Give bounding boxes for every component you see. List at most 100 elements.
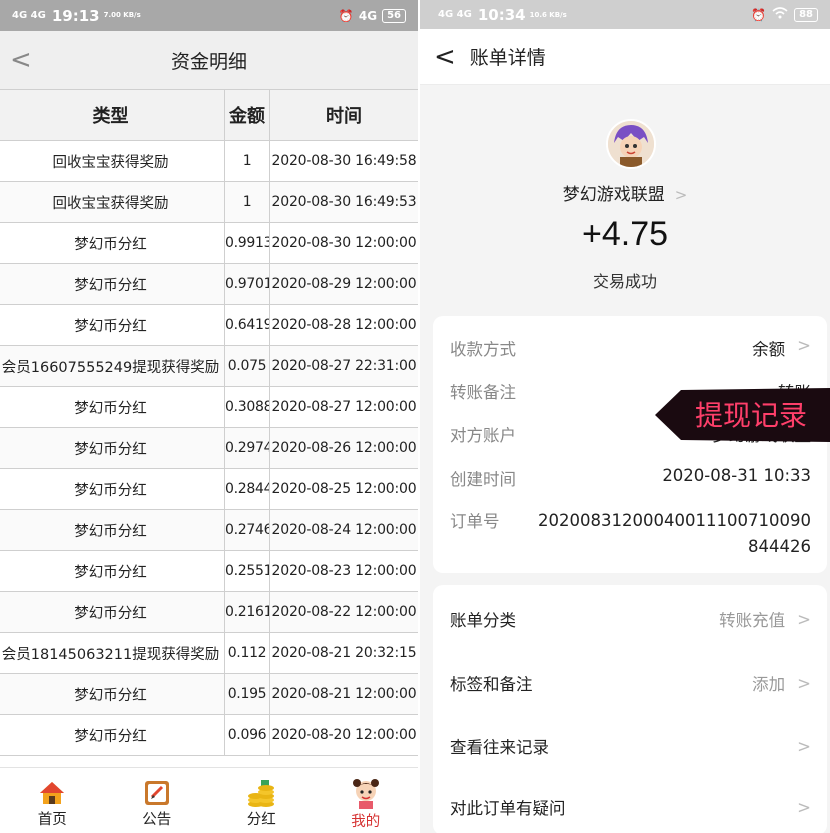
battery-icon: 88: [794, 7, 818, 22]
network-type: 4G: [358, 8, 378, 23]
status-bar: 4G 4G 10:34 10.6 KB/s ⏰ 88: [420, 0, 830, 29]
cell-amount: 0.9913: [224, 222, 270, 264]
cell-type: 梦幻币分红: [0, 427, 225, 469]
alarm-icon: ⏰: [751, 7, 767, 22]
table-row: 梦幻币分红 0.096 2020-08-20 12:00:00: [0, 714, 418, 756]
tab-home-label: 首页: [37, 812, 67, 828]
cell-time: 2020-08-22 12:00:00: [269, 591, 418, 633]
cell-type: 回收宝宝获得奖励: [0, 181, 225, 223]
cell-time: 2020-08-21 12:00:00: [269, 673, 418, 715]
cell-time: 2020-08-23 12:00:00: [269, 550, 418, 592]
signal-icon: 4G 4G: [12, 9, 46, 21]
fund-table: 类型 金额 时间 回收宝宝获得奖励 1 2020-08-30 16:49:58 回收宝…: [0, 89, 418, 756]
page-title: 账单详情: [469, 47, 546, 69]
cell-amount: 0.075: [224, 345, 270, 387]
cell-amount: 1: [224, 181, 270, 223]
row-bill-category[interactable]: 账单分类 转账充值 >: [450, 607, 811, 631]
table-row: 回收宝宝获得奖励 1 2020-08-30 16:49:58: [0, 140, 418, 182]
tab-home[interactable]: 首页: [0, 768, 105, 833]
cell-type: 梦幻币分红: [0, 263, 225, 305]
withdraw-record-banner: 提现记录: [655, 386, 830, 444]
transaction-status: 交易成功: [592, 272, 657, 291]
bill-header: 梦幻游戏联盟 > +4.75 交易成功: [420, 85, 830, 315]
merchant-avatar[interactable]: [606, 119, 656, 169]
signal-icon: 4G 4G: [438, 9, 472, 20]
wifi-icon: [772, 7, 788, 22]
cell-amount: 1: [224, 140, 270, 182]
cell-type: 梦幻币分红: [0, 673, 225, 715]
table-row: 会员16607555249提现获得奖励 0.075 2020-08-27 22:31…: [0, 345, 418, 387]
alarm-icon: ⏰: [338, 8, 354, 23]
cell-amount: 0.9701: [224, 263, 270, 305]
table-row: 梦幻币分红 0.2161 2020-08-22 12:00:00: [0, 591, 418, 633]
notice-icon: [143, 778, 171, 808]
amount: +4.75: [581, 215, 669, 253]
cell-amount: 0.112: [224, 632, 270, 674]
profile-icon: [351, 778, 381, 809]
cell-time: 2020-08-25 12:00:00: [269, 468, 418, 510]
cell-amount: 0.2844: [224, 468, 270, 510]
tab-dividend-label: 分红: [246, 812, 276, 828]
cell-type: 梦幻币分红: [0, 509, 225, 551]
detail-card: 收款方式 余额 > 转账备注 转账 对方账户 梦幻游戏联盟 创建时间 2020-…: [433, 316, 827, 573]
row-tags-notes[interactable]: 标签和备注 添加 >: [450, 671, 811, 695]
cell-amount: 0.2161: [224, 591, 270, 633]
network-speed: 7.00 KB/s: [103, 11, 141, 19]
cell-type: 梦幻币分红: [0, 468, 225, 510]
cell-type: 会员16607555249提现获得奖励: [0, 345, 225, 387]
cell-time: 2020-08-21 20:32:15: [269, 632, 418, 674]
actions-card: 账单分类 转账充值 > 标签和备注 添加 > 查看往来记录 > 对此订单有疑问 …: [433, 585, 827, 833]
table-row: 梦幻币分红 0.9701 2020-08-29 12:00:00: [0, 263, 418, 305]
chevron-right-icon: >: [674, 186, 688, 204]
cell-amount: 0.2551: [224, 550, 270, 592]
header-type: 类型: [0, 89, 225, 141]
battery-icon: 56: [382, 8, 406, 23]
table-row: 梦幻币分红 0.2974 2020-08-26 12:00:00: [0, 427, 418, 469]
tab-notice[interactable]: 公告: [105, 768, 210, 833]
banner-label: 提现记录: [695, 399, 808, 432]
cell-time: 2020-08-28 12:00:00: [269, 304, 418, 346]
chevron-right-icon: >: [797, 736, 811, 756]
network-speed: 10.6 KB/s: [529, 10, 567, 19]
back-button[interactable]: <: [434, 42, 456, 72]
header-amount: 金额: [224, 89, 270, 141]
table-row: 回收宝宝获得奖励 1 2020-08-30 16:49:53: [0, 181, 418, 223]
nav-bar: < 资金明细: [0, 31, 418, 89]
merchant-name[interactable]: 梦幻游戏联盟 >: [420, 180, 830, 205]
cell-type: 会员18145063211提现获得奖励: [0, 632, 225, 674]
cell-amount: 0.195: [224, 673, 270, 715]
row-question[interactable]: 对此订单有疑问 >: [450, 795, 811, 819]
bottom-tab-bar: 首页 公告 分红 我的: [0, 767, 418, 833]
chevron-right-icon: >: [797, 336, 811, 355]
status-bar: 4G 4G 19:13 7.00 KB/s ⏰ 4G 56: [0, 0, 418, 31]
nav-bar: < 账单详情: [420, 29, 830, 85]
row-pay-method[interactable]: 收款方式 余额 >: [450, 336, 811, 360]
table-header-row: 类型 金额 时间: [0, 89, 418, 141]
cell-time: 2020-08-26 12:00:00: [269, 427, 418, 469]
cell-time: 2020-08-27 12:00:00: [269, 386, 418, 428]
tab-dividend[interactable]: 分红: [209, 768, 314, 833]
table-row: 梦幻币分红 0.6419 2020-08-28 12:00:00: [0, 304, 418, 346]
cell-amount: 0.2746: [224, 509, 270, 551]
row-created-time: 创建时间 2020-08-31 10:33: [450, 466, 811, 489]
tab-mine-label: 我的: [351, 814, 381, 830]
table-row: 会员18145063211提现获得奖励 0.112 2020-08-21 20:32…: [0, 632, 418, 674]
cell-type: 梦幻币分红: [0, 550, 225, 592]
chevron-right-icon: >: [797, 673, 811, 693]
table-row: 梦幻币分红 0.195 2020-08-21 12:00:00: [0, 673, 418, 715]
cell-time: 2020-08-20 12:00:00: [269, 714, 418, 756]
row-order-number: 订单号 20200831200040011100710090844426: [450, 511, 811, 556]
cell-amount: 0.2974: [224, 427, 270, 469]
back-button[interactable]: <: [10, 45, 32, 75]
cell-amount: 0.096: [224, 714, 270, 756]
row-history[interactable]: 查看往来记录 >: [450, 734, 811, 758]
cell-time: 2020-08-27 22:31:00: [269, 345, 418, 387]
cell-time: 2020-08-29 12:00:00: [269, 263, 418, 305]
status-time: 19:13: [51, 6, 100, 25]
cell-type: 梦幻币分红: [0, 591, 225, 633]
cell-time: 2020-08-30 12:00:00: [269, 222, 418, 264]
cell-time: 2020-08-30 16:49:53: [269, 181, 418, 223]
tab-mine[interactable]: 我的: [314, 768, 419, 833]
cell-type: 梦幻币分红: [0, 222, 225, 264]
cell-time: 2020-08-30 16:49:58: [269, 140, 418, 182]
